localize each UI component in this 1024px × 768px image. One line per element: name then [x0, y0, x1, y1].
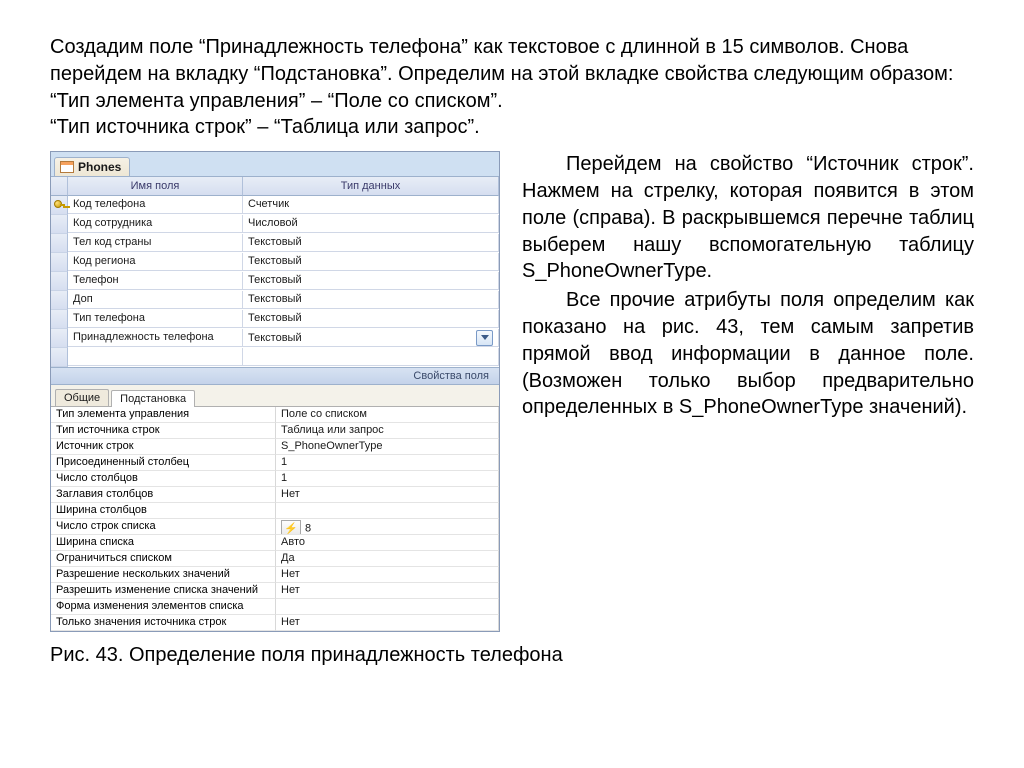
tab-lookup[interactable]: Подстановка	[111, 390, 195, 407]
object-tab-phones[interactable]: Phones	[54, 157, 130, 176]
tab-general[interactable]: Общие	[55, 389, 109, 406]
property-name: Ограничиться списком	[51, 551, 276, 567]
field-type-cell[interactable]: Текстовый	[243, 310, 499, 328]
lookup-properties-grid: Тип элемента управленияПоле со спискомТи…	[51, 407, 499, 631]
field-type-cell[interactable]: Текстовый	[243, 272, 499, 290]
field-name-cell[interactable]: Код сотрудника	[68, 215, 243, 233]
access-table-design-panel: Phones Имя поля Тип данных Код телефонаС…	[50, 151, 500, 632]
properties-heading: Свойства поля	[51, 367, 499, 385]
property-value[interactable]: S_PhoneOwnerType	[276, 439, 499, 455]
row-selector[interactable]	[51, 272, 68, 291]
datasheet-icon	[60, 161, 74, 173]
property-name: Ширина списка	[51, 535, 276, 551]
fields-grid: Имя поля Тип данных Код телефонаСчетчикК…	[51, 177, 499, 367]
property-name: Источник строк	[51, 439, 276, 455]
figure-caption: Рис. 43. Определение поля принадлежность…	[50, 644, 974, 667]
field-name-cell[interactable]: Тел код страны	[68, 234, 243, 252]
property-value[interactable]	[276, 503, 499, 519]
object-tab-bar: Phones	[51, 152, 499, 177]
col-header-type: Тип данных	[243, 177, 499, 196]
empty-cell	[68, 348, 243, 366]
field-name-cell[interactable]: Доп	[68, 291, 243, 309]
property-name: Ширина столбцов	[51, 503, 276, 519]
property-value[interactable]: Нет	[276, 567, 499, 583]
tab-label: Phones	[78, 160, 121, 174]
property-tabs: Общие Подстановка	[51, 385, 499, 407]
intro-p1: Создадим поле “Принадлежность телефона” …	[50, 34, 974, 88]
property-name: Заглавия столбцов	[51, 487, 276, 503]
property-value[interactable]: Авто	[276, 535, 499, 551]
field-name-cell[interactable]: Код телефона	[68, 196, 243, 214]
property-name: Разрешение нескольких значений	[51, 567, 276, 583]
intro-p3: “Тип источника строк” – “Таблица или зап…	[50, 114, 974, 141]
property-name: Разрешить изменение списка значений	[51, 583, 276, 599]
intro-p2: “Тип элемента управления” – “Поле со спи…	[50, 88, 974, 115]
field-type-cell[interactable]: Счетчик	[243, 196, 499, 214]
smart-tag-icon[interactable]: ⚡	[281, 520, 301, 535]
side-p2: Все прочие атрибуты поля определим как п…	[522, 287, 974, 421]
property-value[interactable]: Нет	[276, 615, 499, 631]
row-selector[interactable]	[51, 253, 68, 272]
field-name-cell[interactable]: Принадлежность телефона	[68, 329, 243, 347]
field-name-cell[interactable]: Тип телефона	[68, 310, 243, 328]
field-name-cell[interactable]: Телефон	[68, 272, 243, 290]
empty-cell	[243, 348, 499, 366]
property-value[interactable]: Да	[276, 551, 499, 567]
row-selector-header	[51, 177, 68, 196]
field-type-cell[interactable]: Текстовый	[243, 234, 499, 252]
property-value[interactable]: Таблица или запрос	[276, 423, 499, 439]
primary-key-icon	[54, 200, 65, 211]
row-selector[interactable]	[51, 196, 68, 215]
property-name: Число строк списка	[51, 519, 276, 535]
property-name: Тип элемента управления	[51, 407, 276, 423]
property-name: Форма изменения элементов списка	[51, 599, 276, 615]
property-name: Только значения источника строк	[51, 615, 276, 631]
field-type-cell[interactable]: Текстовый	[243, 291, 499, 309]
side-p1: Перейдем на свойство “Источник строк”. Н…	[522, 151, 974, 285]
property-value[interactable]: Поле со списком	[276, 407, 499, 423]
type-dropdown-icon[interactable]	[476, 330, 493, 346]
row-selector[interactable]	[51, 329, 68, 348]
field-type-cell[interactable]: Текстовый	[243, 253, 499, 271]
property-value[interactable]: 1	[276, 471, 499, 487]
row-selector[interactable]	[51, 310, 68, 329]
empty-cell	[51, 348, 68, 367]
row-selector[interactable]	[51, 291, 68, 310]
col-header-name: Имя поля	[68, 177, 243, 196]
property-name: Число столбцов	[51, 471, 276, 487]
field-name-cell[interactable]: Код региона	[68, 253, 243, 271]
property-name: Тип источника строк	[51, 423, 276, 439]
property-value[interactable]: Нет	[276, 583, 499, 599]
intro-text: Создадим поле “Принадлежность телефона” …	[50, 34, 974, 141]
field-type-cell[interactable]: Числовой	[243, 215, 499, 233]
property-name: Присоединенный столбец	[51, 455, 276, 471]
row-selector[interactable]	[51, 215, 68, 234]
row-selector[interactable]	[51, 234, 68, 253]
property-value[interactable]	[276, 599, 499, 615]
property-value[interactable]: 1	[276, 455, 499, 471]
property-value[interactable]: Нет	[276, 487, 499, 503]
property-value[interactable]: ⚡8	[276, 519, 499, 535]
side-text: Перейдем на свойство “Источник строк”. Н…	[522, 151, 974, 632]
field-type-cell[interactable]: Текстовый	[243, 329, 499, 347]
